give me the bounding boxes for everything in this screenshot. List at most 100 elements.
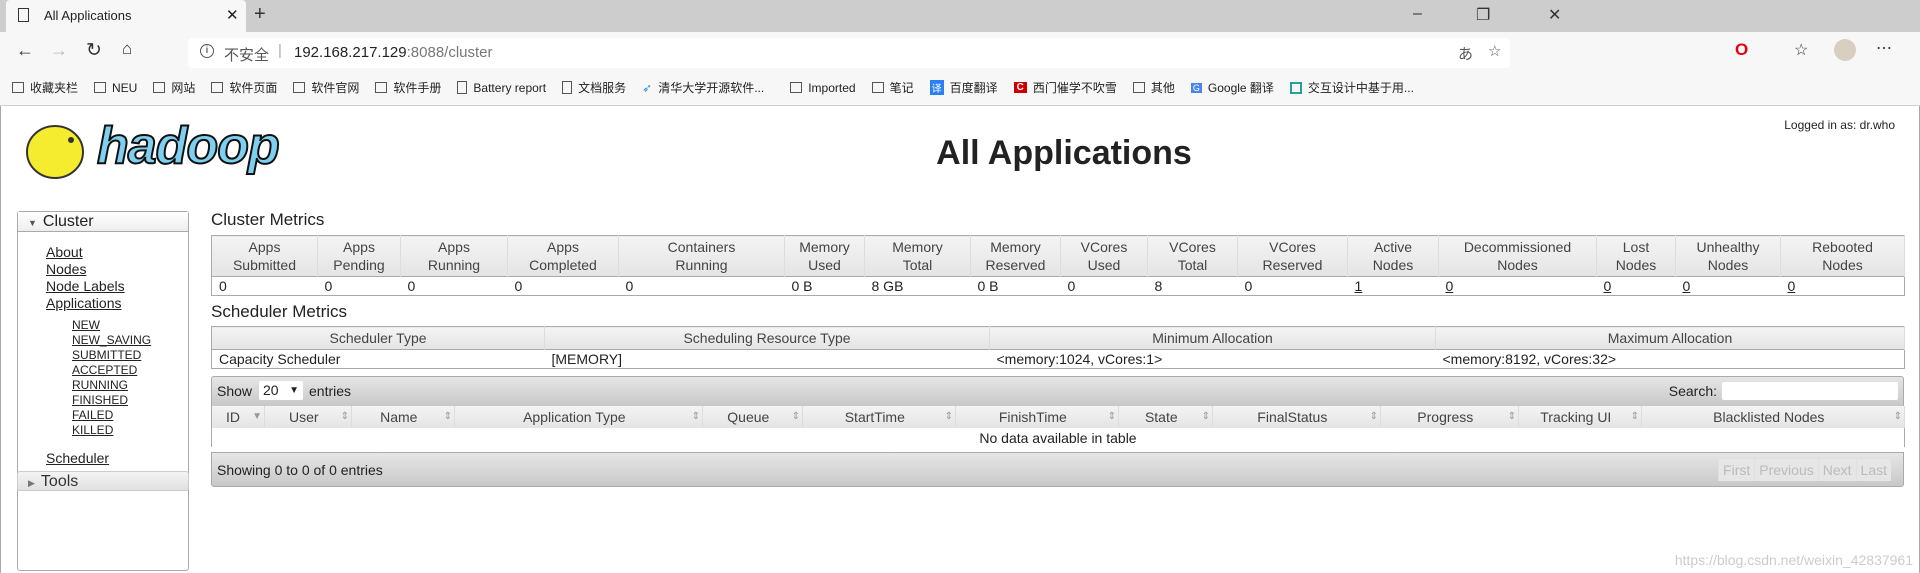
bookmark[interactable]: 其他 — [1132, 79, 1175, 96]
metric-value: 0 — [1676, 277, 1781, 296]
sort-icon: ⇕ — [791, 411, 800, 422]
bookmark[interactable]: NEU — [94, 81, 137, 95]
bookmark[interactable]: Battery report — [457, 81, 546, 95]
sortable-column-header[interactable]: ⇕ Name — [351, 406, 455, 428]
column-label: StartTime — [844, 409, 905, 425]
bookmark-label: 笔记 — [889, 81, 914, 95]
sortable-column-header[interactable]: ⇕ State — [1118, 406, 1213, 428]
metric-link[interactable]: 0 — [1683, 278, 1691, 294]
bookmark[interactable]: 软件官网 — [293, 79, 359, 96]
table-info: Showing 0 to 0 of 0 entries — [217, 462, 383, 478]
bookmark[interactable]: ➶ 清华大学开源软件... — [642, 79, 764, 96]
favorite-star-icon[interactable]: ☆ — [1488, 42, 1501, 60]
bookmark[interactable]: 软件页面 — [211, 79, 277, 96]
address-bar[interactable]: i 不安全 | 192.168.217.129:8088/cluster あ ☆ — [188, 38, 1510, 68]
column-label: Queue — [727, 409, 770, 425]
back-icon[interactable]: ← — [16, 40, 34, 61]
translate-icon[interactable]: あ — [1458, 43, 1473, 64]
metric-link[interactable]: 0 — [1788, 278, 1796, 294]
page-size-select[interactable]: 20 ▼ — [259, 381, 303, 400]
toolbar: ← → ↻ ⌂ i 不安全 | 192.168.217.129:8088/clu… — [0, 32, 1920, 70]
sidebar-link-state[interactable]: RUNNING — [72, 378, 188, 393]
folder-icon — [94, 82, 107, 93]
column-header-line: Apps — [248, 239, 281, 255]
pager-first-button[interactable]: First — [1718, 459, 1754, 481]
url-host: 192.168.217.129 — [294, 44, 407, 61]
bookmark[interactable]: 网站 — [153, 79, 195, 96]
sidebar-link-state[interactable]: FAILED — [72, 408, 188, 423]
sidebar-link-state[interactable]: ACCEPTED — [72, 363, 188, 378]
bookmark[interactable]: 软件手册 — [375, 79, 441, 96]
logged-in-user: Logged in as: dr.who — [1784, 118, 1895, 132]
metric-link[interactable]: 0 — [1604, 278, 1612, 294]
opera-extension-icon[interactable]: O — [1735, 40, 1748, 60]
csdn-icon: C — [1013, 82, 1027, 93]
sidebar-link-scheduler[interactable]: Scheduler — [46, 450, 188, 467]
new-tab-button[interactable]: + — [254, 3, 266, 26]
close-tab-icon[interactable]: ✕ — [226, 6, 239, 24]
column-header-line: Nodes — [1822, 257, 1863, 273]
metric-link[interactable]: 1 — [1355, 278, 1363, 294]
cluster-section-toggle[interactable]: ▼ Cluster — [18, 212, 188, 232]
sidebar-link-nodes[interactable]: Nodes — [46, 261, 188, 278]
avatar[interactable] — [1834, 39, 1856, 61]
home-icon[interactable]: ⌂ — [122, 39, 132, 59]
sort-icon: ⇕ — [691, 411, 700, 422]
bookmark[interactable]: Imported — [790, 81, 856, 95]
column-header-line: Apps — [547, 239, 579, 255]
sidebar-link-state[interactable]: SUBMITTED — [72, 348, 188, 363]
bookmark[interactable]: 译百度翻译 — [929, 79, 998, 96]
column-header: Decommissioned Nodes — [1438, 235, 1597, 277]
sort-icon: ⇕ — [1893, 411, 1902, 422]
close-window-button[interactable]: ✕ — [1548, 5, 1561, 25]
sortable-column-header[interactable]: ⇕ FinalStatus — [1212, 406, 1381, 428]
restore-button[interactable]: ❐ — [1476, 5, 1490, 25]
metric-link[interactable]: 0 — [1446, 278, 1454, 294]
bookmark[interactable]: C 西门催学不吹雪 — [1013, 79, 1117, 96]
bookmark[interactable]: 收藏夹栏 — [12, 79, 78, 96]
tab-all-applications[interactable]: All Applications ✕ — [6, 0, 246, 32]
sortable-column-header[interactable]: ⇕ StartTime — [802, 406, 956, 428]
sortable-column-header[interactable]: ⇕ Blacklisted Nodes — [1641, 406, 1905, 428]
bookmark[interactable]: 交互设计中基于用... — [1289, 79, 1414, 96]
bookmark[interactable]: G Google 翻译 — [1190, 79, 1274, 96]
page-icon — [562, 81, 573, 94]
sidebar-link-node-labels[interactable]: Node Labels — [46, 278, 188, 295]
sortable-column-header[interactable]: ⇕ Progress — [1380, 406, 1519, 428]
sidebar-link-state[interactable]: NEW — [72, 318, 188, 333]
folder-icon — [153, 82, 166, 93]
more-menu-icon[interactable]: ⋯ — [1876, 38, 1892, 58]
refresh-icon[interactable]: ↻ — [86, 39, 102, 62]
sidebar-link-state[interactable]: FINISHED — [72, 393, 188, 408]
bookmark[interactable]: 笔记 — [871, 79, 914, 96]
column-header-line: Lost — [1622, 239, 1650, 255]
sortable-column-header[interactable]: ⇕ Application Type — [454, 406, 703, 428]
info-icon[interactable]: i — [200, 44, 214, 58]
bookmark[interactable]: 文档服务 — [562, 79, 626, 96]
minimize-button[interactable]: – — [1413, 5, 1422, 23]
sortable-column-header[interactable]: ⇕ Tracking UI — [1518, 406, 1642, 428]
sortable-column-header[interactable]: ⇕ Queue — [702, 406, 803, 428]
pager-last-button[interactable]: Last — [1855, 459, 1891, 481]
column-header-line: Total — [902, 257, 933, 273]
sidebar-link-about[interactable]: About — [46, 244, 188, 261]
tools-section-toggle[interactable]: ▶ Tools — [17, 471, 189, 491]
sidebar-link-applications[interactable]: Applications — [46, 295, 188, 312]
sortable-column-header[interactable]: ▼ ID — [211, 406, 265, 428]
search-input[interactable] — [1722, 382, 1898, 400]
favorites-icon[interactable]: ☆ — [1794, 40, 1808, 60]
divider: | — [278, 42, 282, 59]
tab-bar: All Applications ✕ + – ❐ ✕ — [0, 0, 1920, 32]
forward-icon[interactable]: → — [50, 40, 68, 61]
cluster-metrics-table: Apps Submitted Apps Pending Apps Running Apps C… — [211, 235, 1905, 296]
pager-previous-button[interactable]: Previous — [1754, 459, 1817, 481]
metric-value: 8 — [1154, 278, 1163, 294]
sort-icon: ⇕ — [1201, 411, 1210, 422]
sort-icon: ⇕ — [1107, 411, 1116, 422]
sidebar-link-state[interactable]: NEW_SAVING — [72, 333, 188, 348]
column-header: Active Nodes — [1347, 235, 1439, 277]
sortable-column-header[interactable]: ⇕ FinishTime — [955, 406, 1119, 428]
sidebar-link-state[interactable]: KILLED — [72, 423, 188, 438]
sortable-column-header[interactable]: ⇕ User — [264, 406, 352, 428]
pager-next-button[interactable]: Next — [1817, 459, 1856, 481]
